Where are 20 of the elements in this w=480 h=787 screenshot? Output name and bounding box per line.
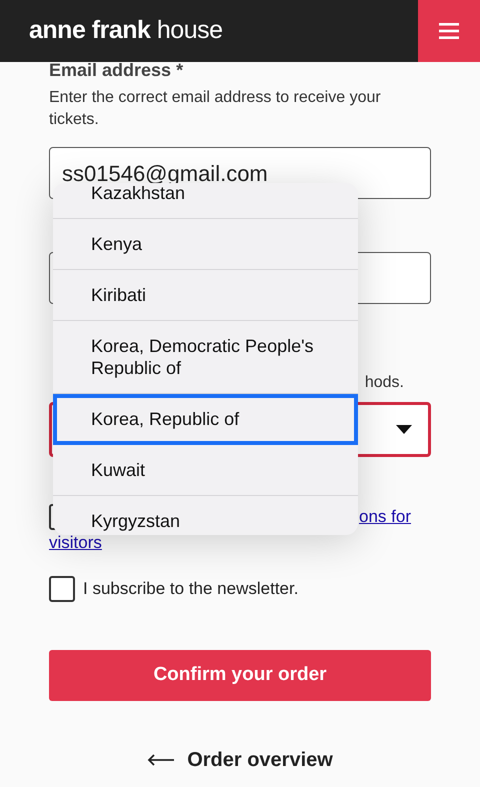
- field-help-text: Enter the correct email address to receive your tickets.: [49, 88, 382, 130]
- dropdown-option[interactable]: Kenya: [53, 219, 358, 270]
- confirm-order-button[interactable]: Confirm your order: [49, 650, 431, 701]
- dropdown-option[interactable]: Kiribati: [53, 270, 358, 321]
- caret-icon: [396, 425, 412, 434]
- back-link[interactable]: Order overview: [147, 745, 333, 775]
- dropdown-option[interactable]: Korea, Republic of: [53, 394, 358, 445]
- dropdown-option[interactable]: Kazakhstan: [53, 183, 358, 219]
- dropdown-option[interactable]: Kyrgyzstan: [53, 496, 358, 535]
- dropdown-option[interactable]: Kuwait: [53, 445, 358, 496]
- field-label: Email address *: [49, 59, 184, 81]
- newsletter-checkbox[interactable]: [49, 576, 75, 602]
- terms-link[interactable]: ons for: [359, 504, 411, 530]
- dropdown-option[interactable]: Korea, Democratic People's Republic of: [53, 321, 358, 394]
- menu-button[interactable]: [418, 0, 480, 62]
- terms-link[interactable]: visitors: [49, 533, 102, 552]
- arrow-left-icon: [147, 754, 176, 766]
- menu-icon: [439, 23, 459, 39]
- help-text-fragment: hods.: [364, 373, 404, 393]
- checkbox-label: I subscribe to the newsletter.: [83, 578, 298, 600]
